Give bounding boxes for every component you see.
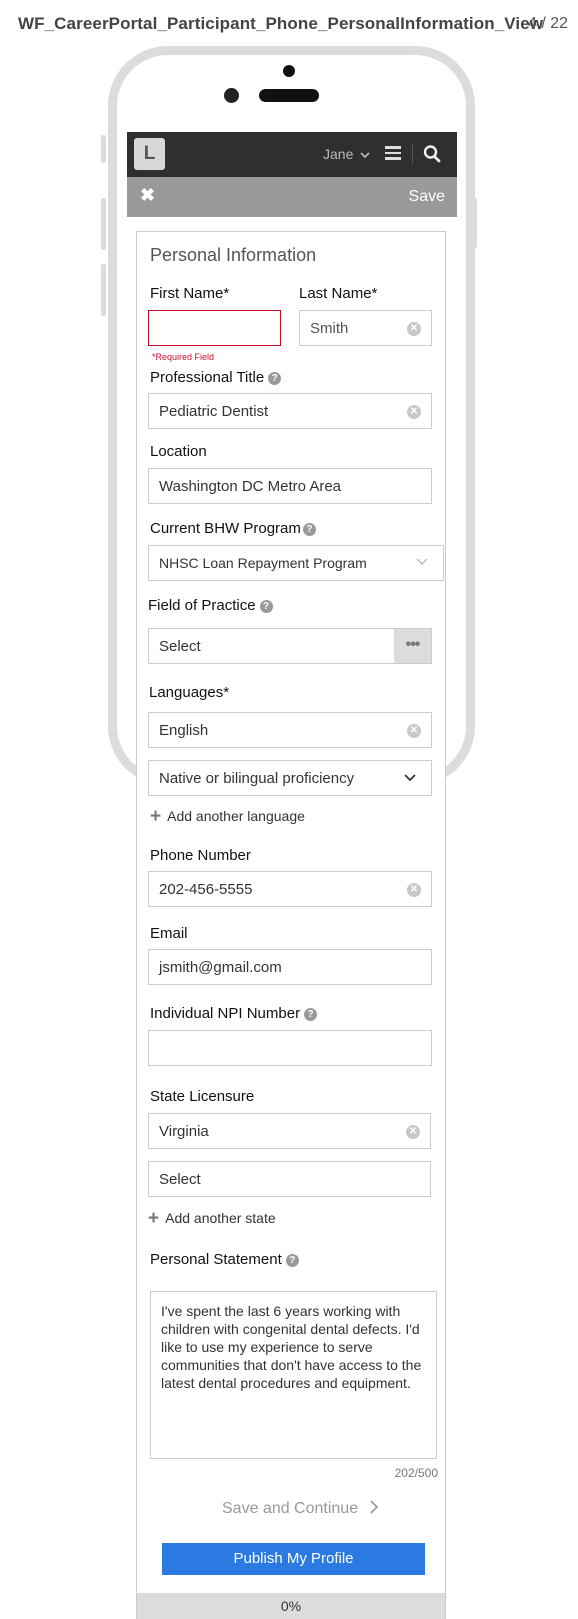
professional-title-value: Pediatric Dentist	[159, 403, 269, 420]
save-button[interactable]: Save	[409, 188, 445, 206]
proficiency-value: Native or bilingual proficiency	[159, 770, 355, 787]
add-language-link[interactable]: + Add another language	[150, 806, 305, 828]
personal-statement-textarea[interactable]: I've spent the last 6 years working with…	[150, 1291, 437, 1459]
user-name: Jane	[323, 146, 354, 162]
first-name-label: First Name*	[150, 285, 230, 302]
email-input[interactable]: jsmith@gmail.com	[148, 949, 432, 985]
first-name-input[interactable]	[148, 310, 281, 346]
professional-title-input[interactable]: Pediatric Dentist ✕	[148, 393, 432, 429]
plus-icon: +	[148, 1208, 160, 1229]
state-select[interactable]: Select	[148, 1161, 431, 1197]
professional-title-label: Professional Title?	[150, 369, 282, 386]
action-bar: ✖ Save	[127, 177, 457, 217]
required-field-error: *Required Field	[152, 352, 215, 362]
app-logo[interactable]: L	[134, 138, 165, 170]
save-and-continue-button[interactable]: Save and Continue	[222, 1500, 379, 1518]
clear-icon[interactable]: ✕	[407, 322, 421, 336]
npi-label: Individual NPI Number?	[150, 1005, 318, 1022]
phone-label: Phone Number	[150, 847, 251, 864]
page-counter: 4 / 22	[527, 15, 568, 32]
plus-icon: +	[150, 806, 162, 827]
phone-speaker	[259, 89, 319, 102]
progress-bar: 0%	[137, 1593, 445, 1619]
clear-icon[interactable]: ✕	[407, 883, 421, 897]
chevron-down-icon	[360, 152, 370, 159]
app-navbar: L Jane	[127, 132, 457, 177]
phone-mute-switch	[101, 135, 106, 163]
clear-icon[interactable]: ✕	[407, 724, 421, 738]
language-input[interactable]: English ✕	[148, 712, 432, 748]
chevron-down-icon	[404, 774, 416, 782]
more-options-icon[interactable]: •••	[394, 629, 431, 663]
save-and-continue-label: Save and Continue	[222, 1500, 359, 1517]
phone-input[interactable]: 202-456-5555 ✕	[148, 871, 432, 907]
add-state-label: Add another state	[165, 1210, 276, 1226]
npi-input[interactable]	[148, 1030, 432, 1066]
last-name-input[interactable]: Smith ✕	[299, 310, 432, 346]
phone-value: 202-456-5555	[159, 881, 253, 898]
clear-icon[interactable]: ✕	[407, 405, 421, 419]
proficiency-select[interactable]: Native or bilingual proficiency	[148, 760, 432, 796]
last-name-value: Smith	[310, 320, 349, 337]
character-count: 202/500	[394, 1466, 438, 1480]
form-title: Personal Information	[150, 245, 317, 265]
phone-power-button	[472, 198, 477, 248]
language-value: English	[159, 722, 209, 739]
personal-statement-label-text: Personal Statement	[150, 1251, 282, 1268]
publish-profile-button[interactable]: Publish My Profile	[162, 1543, 425, 1575]
help-icon[interactable]: ?	[285, 1254, 299, 1267]
npi-label-text: Individual NPI Number	[150, 1005, 301, 1022]
professional-title-label-text: Professional Title	[150, 369, 265, 386]
hamburger-menu-icon[interactable]	[385, 146, 401, 160]
state-licensure-label: State Licensure	[150, 1088, 255, 1105]
phone-front-camera-icon	[224, 88, 239, 103]
personal-statement-label: Personal Statement?	[150, 1251, 299, 1268]
bhw-program-select[interactable]: NHSC Loan Repayment Program	[148, 545, 444, 581]
close-icon[interactable]: ✖	[140, 185, 155, 206]
state-input[interactable]: Virginia ✕	[148, 1113, 431, 1149]
chevron-right-icon	[369, 1500, 378, 1514]
phone-camera-icon	[283, 65, 295, 77]
field-of-practice-label-text: Field of Practice	[148, 597, 256, 614]
last-name-label: Last Name*	[299, 285, 378, 302]
add-state-link[interactable]: + Add another state	[148, 1208, 276, 1230]
phone-volume-down	[101, 264, 106, 316]
field-of-practice-label: Field of Practice?	[148, 597, 273, 614]
help-icon[interactable]: ?	[268, 372, 282, 385]
field-of-practice-select[interactable]: Select •••	[148, 628, 432, 664]
help-icon[interactable]: ?	[302, 523, 316, 536]
bhw-program-value: NHSC Loan Repayment Program	[159, 555, 367, 571]
bhw-program-label-text: Current BHW Program	[150, 520, 301, 537]
nav-divider	[412, 144, 413, 164]
clear-icon[interactable]: ✕	[406, 1125, 420, 1139]
field-of-practice-value: Select	[159, 638, 201, 655]
languages-label: Languages*	[149, 684, 230, 701]
chevron-down-icon	[416, 558, 428, 565]
help-icon[interactable]: ?	[259, 600, 273, 613]
page-title: WF_CareerPortal_Participant_Phone_Person…	[18, 14, 544, 33]
user-menu[interactable]: Jane	[323, 146, 370, 162]
state-value: Virginia	[159, 1123, 209, 1140]
bhw-program-label: Current BHW Program?	[150, 520, 316, 537]
help-icon[interactable]: ?	[304, 1008, 318, 1021]
search-icon[interactable]	[423, 144, 441, 164]
location-input[interactable]: Washington DC Metro Area	[148, 468, 432, 504]
phone-volume-up	[101, 198, 106, 250]
email-label: Email	[150, 925, 188, 942]
location-label: Location	[150, 443, 207, 460]
add-language-label: Add another language	[167, 808, 305, 824]
